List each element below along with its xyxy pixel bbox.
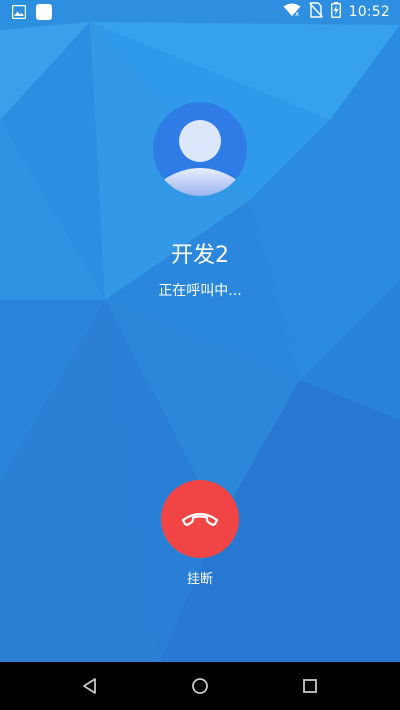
image-icon	[11, 4, 27, 23]
hangup-label: 挂断	[186, 572, 213, 587]
svg-text:x: x	[295, 10, 299, 17]
person-icon	[153, 102, 247, 196]
call-status-text: 正在呼叫中...	[158, 283, 242, 299]
no-sim-icon	[308, 2, 323, 22]
background-pattern	[0, 0, 400, 662]
back-icon[interactable]	[78, 674, 102, 698]
phone-hangup-icon	[181, 512, 219, 526]
status-bar: x 10:52	[0, 0, 400, 24]
recents-icon[interactable]	[298, 674, 322, 698]
home-icon[interactable]	[188, 674, 212, 698]
wifi-icon: x	[283, 3, 301, 21]
app-icon	[36, 4, 52, 24]
caller-name: 开发2	[171, 243, 229, 268]
status-time: 10:52	[348, 4, 390, 20]
call-screen: x 10:52 开发2 正在呼叫中... 挂断	[0, 0, 400, 710]
battery-charging-icon	[330, 2, 341, 22]
avatar	[153, 102, 247, 196]
navigation-bar	[0, 662, 400, 710]
hangup-button[interactable]	[161, 480, 239, 558]
